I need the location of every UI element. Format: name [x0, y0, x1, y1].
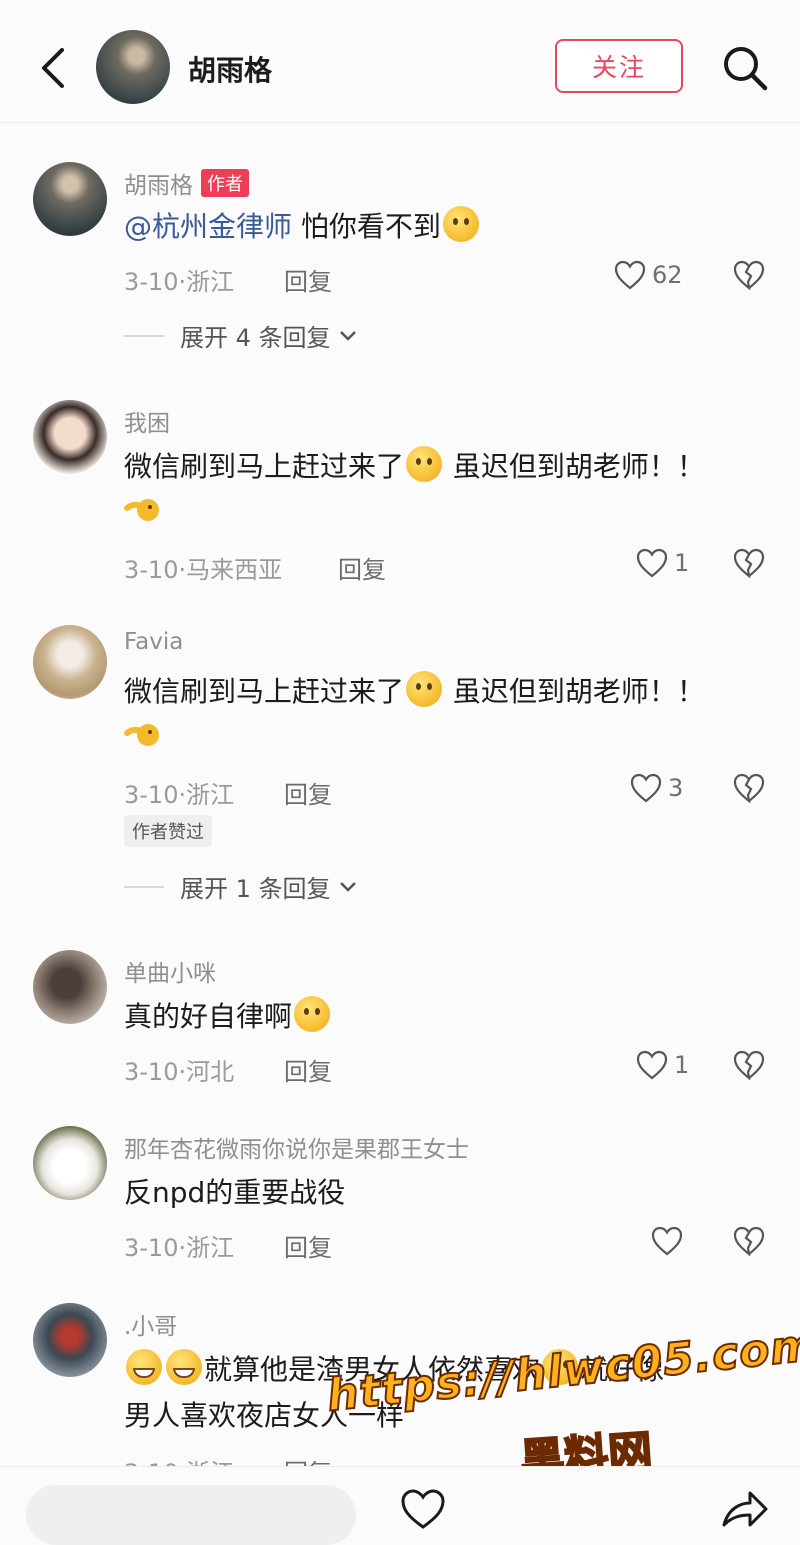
grin-emoji-icon — [126, 1349, 162, 1385]
avatar[interactable] — [33, 950, 107, 1024]
page-title: 胡雨格 — [188, 54, 273, 87]
reply-button[interactable]: 回复 — [338, 550, 386, 585]
comment-body: 真的好自律啊 — [124, 1000, 293, 1033]
comment-text: 真的好自律啊 — [124, 994, 764, 1040]
like-count: 1 — [674, 549, 690, 577]
expand-label: 展开 1 条回复 — [180, 875, 331, 903]
reply-button[interactable]: 回复 — [284, 1228, 332, 1263]
comment-date: 3-10 — [124, 1058, 179, 1086]
header-avatar[interactable] — [96, 30, 170, 104]
comment-body-continued: 虽迟但到胡老师！！ — [444, 450, 705, 483]
share-icon[interactable] — [720, 1489, 770, 1529]
heart-icon — [636, 1050, 668, 1080]
comment-date: 3-10 — [124, 1234, 179, 1262]
dislike-button[interactable] — [733, 1050, 765, 1082]
follow-button[interactable]: 关注 — [555, 39, 683, 93]
comment-text: @杭州金律师 怕你看不到 — [124, 204, 764, 250]
comment-text: 反npd的重要战役 — [124, 1176, 346, 1209]
comment-body: 怕你看不到 — [292, 210, 441, 243]
dislike-button[interactable] — [733, 260, 765, 292]
avatar[interactable] — [33, 400, 107, 474]
broken-heart-icon — [733, 1226, 765, 1257]
avatar[interactable] — [33, 162, 107, 236]
comment-body-continued: 虽迟但到胡老师！！ — [444, 675, 705, 708]
comment-meta: 3-10·浙江 — [124, 1234, 235, 1262]
avatar[interactable] — [33, 1303, 107, 1377]
pointing-hand-icon — [124, 715, 160, 751]
comment-text: 微信刷到马上赶过来了 虽迟但到胡老师！！ — [124, 669, 764, 765]
comment-text: 微信刷到马上赶过来了 虽迟但到胡老师！！ — [124, 444, 764, 540]
comment-meta: 3-10·浙江 — [124, 781, 235, 809]
expand-replies-button[interactable]: 展开 1 条回复 — [124, 869, 359, 904]
comment-author[interactable]: 我困 — [124, 404, 170, 438]
mention-link[interactable]: @杭州金律师 — [124, 210, 292, 243]
comment-body: 微信刷到马上赶过来了 — [124, 675, 405, 708]
reply-button[interactable]: 回复 — [284, 775, 332, 810]
smile-emoji-icon — [406, 671, 443, 707]
chevron-down-icon — [339, 330, 356, 341]
top-bar: 胡雨格 关注 — [0, 0, 800, 123]
dislike-button[interactable] — [733, 1226, 765, 1258]
broken-heart-icon — [733, 548, 765, 579]
heart-icon — [651, 1226, 683, 1256]
like-count: 3 — [668, 774, 684, 802]
avatar[interactable] — [33, 625, 107, 699]
like-button[interactable]: 62 — [614, 260, 683, 290]
comment-author[interactable]: 那年杏花微雨你说你是果郡王女士 — [124, 1130, 469, 1164]
search-button[interactable] — [720, 43, 770, 93]
comment-meta: 3-10·马来西亚 — [124, 556, 283, 584]
heart-icon — [636, 548, 668, 578]
like-button[interactable]: 1 — [636, 548, 689, 578]
search-icon — [724, 47, 768, 91]
comment-author[interactable]: 胡雨格 作者 — [124, 166, 249, 200]
divider — [124, 885, 164, 888]
pointing-hand-icon — [124, 490, 160, 526]
comment-meta: 3-10·浙江 — [124, 268, 235, 296]
comment-location: 浙江 — [186, 268, 235, 296]
comment-date: 3-10 — [124, 781, 179, 809]
reply-button[interactable]: 回复 — [284, 262, 332, 297]
dislike-button[interactable] — [733, 773, 765, 805]
heart-icon — [614, 260, 646, 290]
comment-location: 浙江 — [186, 781, 235, 809]
chevron-left-icon — [42, 48, 64, 88]
comment-meta: 3-10·河北 — [124, 1058, 235, 1086]
comment-author[interactable]: Favia — [124, 629, 183, 655]
comment-location: 河北 — [186, 1058, 235, 1086]
comment-input-bar — [0, 1466, 800, 1545]
like-button[interactable]: 1 — [636, 1050, 689, 1080]
comment-author[interactable]: 单曲小咪 — [124, 954, 216, 988]
chevron-down-icon — [339, 881, 356, 892]
comment-location: 马来西亚 — [186, 556, 283, 584]
like-count: 62 — [652, 261, 683, 289]
heart-icon — [630, 773, 662, 803]
comment-author[interactable]: .小哥 — [124, 1307, 177, 1341]
divider — [124, 334, 164, 337]
broken-heart-icon — [733, 773, 765, 804]
grin-emoji-icon — [166, 1349, 202, 1385]
avatar[interactable] — [33, 1126, 107, 1200]
author-name[interactable]: 胡雨格 — [124, 173, 193, 199]
broken-heart-icon — [733, 1050, 765, 1081]
author-liked-badge: 作者赞过 — [124, 815, 212, 847]
smile-emoji-icon — [294, 996, 331, 1032]
comment-date: 3-10 — [124, 268, 179, 296]
back-button[interactable] — [34, 44, 74, 92]
smile-emoji-icon — [406, 446, 443, 482]
like-count: 1 — [674, 1051, 690, 1079]
comment-location: 浙江 — [186, 1234, 235, 1262]
thinking-emoji-icon — [442, 206, 479, 242]
expand-replies-button[interactable]: 展开 4 条回复 — [124, 318, 359, 353]
like-button[interactable] — [651, 1226, 689, 1256]
comment-input[interactable] — [26, 1485, 356, 1545]
comment-date: 3-10 — [124, 556, 179, 584]
heart-icon[interactable] — [400, 1489, 446, 1529]
broken-heart-icon — [733, 260, 765, 291]
expand-label: 展开 4 条回复 — [180, 324, 331, 352]
comment-body: 微信刷到马上赶过来了 — [124, 450, 405, 483]
author-badge: 作者 — [201, 169, 249, 197]
reply-button[interactable]: 回复 — [284, 1052, 332, 1087]
dislike-button[interactable] — [733, 548, 765, 580]
like-button[interactable]: 3 — [630, 773, 683, 803]
